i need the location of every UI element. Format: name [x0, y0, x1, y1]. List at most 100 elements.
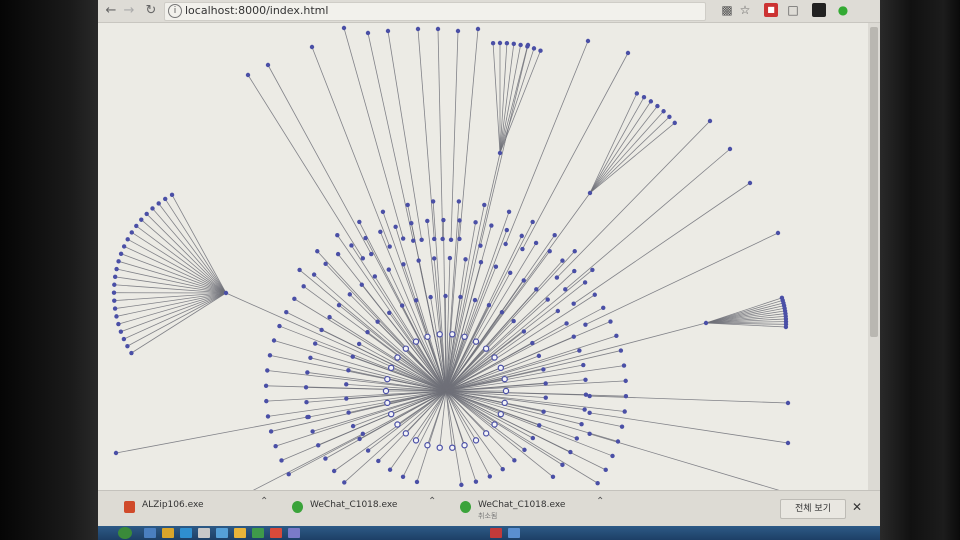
graph-node[interactable] — [118, 329, 124, 334]
graph-node[interactable] — [121, 336, 127, 342]
graph-node[interactable] — [550, 474, 556, 479]
graph-node[interactable] — [472, 338, 480, 345]
graph-node[interactable] — [491, 421, 498, 428]
graph-node[interactable] — [541, 409, 546, 414]
chevron-up-icon[interactable]: ⌃ — [260, 496, 268, 507]
graph-node[interactable] — [375, 319, 380, 324]
graph-node[interactable] — [401, 262, 406, 267]
graph-node[interactable] — [555, 308, 561, 314]
graph-node[interactable] — [448, 237, 454, 242]
graph-node[interactable] — [387, 364, 395, 372]
graph-node[interactable] — [412, 437, 420, 444]
vertical-scrollbar[interactable] — [868, 23, 880, 490]
graph-node[interactable] — [520, 246, 525, 252]
graph-node[interactable] — [497, 410, 505, 418]
graph-node[interactable] — [350, 354, 355, 359]
graph-node[interactable] — [359, 282, 364, 287]
graph-node[interactable] — [537, 423, 542, 428]
graph-node[interactable] — [323, 456, 328, 461]
graph-node[interactable] — [112, 298, 117, 303]
graph-node[interactable] — [587, 431, 592, 437]
shield-icon[interactable]: ● — [836, 3, 850, 17]
show-all-downloads-button[interactable]: 전체 보기 — [780, 499, 846, 519]
graph-node[interactable] — [114, 314, 119, 319]
graph-node[interactable] — [315, 249, 320, 254]
taskbar-app-icon[interactable] — [288, 528, 300, 538]
download-item[interactable]: WeChat_C1018.exe 취소됨 — [458, 497, 618, 521]
graph-node[interactable] — [415, 26, 421, 32]
graph-node[interactable] — [610, 453, 615, 459]
graph-node[interactable] — [590, 267, 595, 273]
graph-node[interactable] — [271, 338, 277, 343]
graph-node[interactable] — [490, 41, 496, 46]
graph-node[interactable] — [419, 237, 424, 242]
graph-node[interactable] — [595, 480, 600, 486]
graph-node[interactable] — [511, 41, 516, 47]
graph-node[interactable] — [118, 251, 124, 256]
graph-node[interactable] — [621, 363, 627, 368]
graph-node[interactable] — [405, 202, 410, 208]
graph-node[interactable] — [475, 26, 481, 32]
graph-node[interactable] — [775, 230, 781, 236]
graph-node[interactable] — [279, 458, 284, 463]
graph-node[interactable] — [564, 321, 569, 326]
graph-node[interactable] — [583, 322, 588, 327]
taskbar-app-icon[interactable] — [234, 528, 246, 538]
graph-node[interactable] — [111, 290, 117, 295]
taskbar-app-icon[interactable] — [144, 528, 156, 538]
graph-node[interactable] — [357, 219, 362, 225]
graph-node[interactable] — [273, 443, 278, 449]
graph-node[interactable] — [335, 232, 340, 238]
taskbar-app-icon[interactable] — [508, 528, 520, 538]
graph-node[interactable] — [129, 350, 134, 356]
graph-node[interactable] — [577, 348, 582, 353]
graph-node[interactable] — [541, 367, 546, 372]
graph-node[interactable] — [449, 331, 456, 338]
graph-node[interactable] — [461, 442, 468, 449]
graph-node[interactable] — [543, 395, 548, 400]
graph-node[interactable] — [387, 244, 392, 249]
address-bar[interactable]: i localhost:8000/index.html — [164, 2, 706, 21]
graph-node[interactable] — [435, 26, 441, 32]
graph-node[interactable] — [265, 368, 270, 373]
graph-node[interactable] — [402, 430, 410, 437]
pocket-icon[interactable]: □ — [786, 3, 800, 17]
graph-node[interactable] — [747, 180, 753, 186]
graph-node[interactable] — [350, 423, 356, 429]
graph-node[interactable] — [554, 275, 560, 280]
graph-node[interactable] — [341, 25, 347, 31]
graph-node[interactable] — [478, 243, 483, 248]
graph-node[interactable] — [511, 318, 516, 324]
graph-node[interactable] — [587, 410, 592, 416]
graph-node[interactable] — [134, 223, 139, 229]
graph-node[interactable] — [121, 244, 127, 249]
graph-node[interactable] — [286, 471, 291, 477]
graph-node[interactable] — [372, 274, 378, 279]
graph-node[interactable] — [522, 447, 527, 453]
graph-node[interactable] — [579, 421, 584, 427]
graph-node[interactable] — [402, 345, 410, 352]
graph-node[interactable] — [497, 40, 503, 46]
graph-node[interactable] — [667, 114, 672, 120]
graph-node[interactable] — [506, 209, 512, 214]
scrollbar-thumb[interactable] — [870, 27, 878, 337]
graph-node[interactable] — [618, 348, 624, 353]
taskbar-app-icon[interactable] — [490, 528, 502, 538]
chevron-up-icon[interactable]: ⌃ — [596, 496, 604, 507]
graph-node[interactable] — [284, 309, 289, 315]
graph-node[interactable] — [376, 458, 381, 464]
graph-node[interactable] — [163, 196, 168, 202]
graph-node[interactable] — [502, 387, 510, 395]
graph-node[interactable] — [365, 30, 371, 36]
taskbar-app-icon[interactable] — [252, 528, 264, 538]
graph-node[interactable] — [545, 297, 550, 302]
graph-node[interactable] — [536, 353, 542, 359]
graph-node[interactable] — [309, 44, 315, 50]
graph-node[interactable] — [543, 381, 548, 386]
graph-node[interactable] — [356, 341, 362, 347]
graph-node[interactable] — [622, 409, 627, 414]
graph-node[interactable] — [499, 310, 505, 315]
graph-node[interactable] — [394, 421, 401, 428]
graph-node[interactable] — [365, 448, 371, 453]
graph-node[interactable] — [327, 314, 332, 320]
